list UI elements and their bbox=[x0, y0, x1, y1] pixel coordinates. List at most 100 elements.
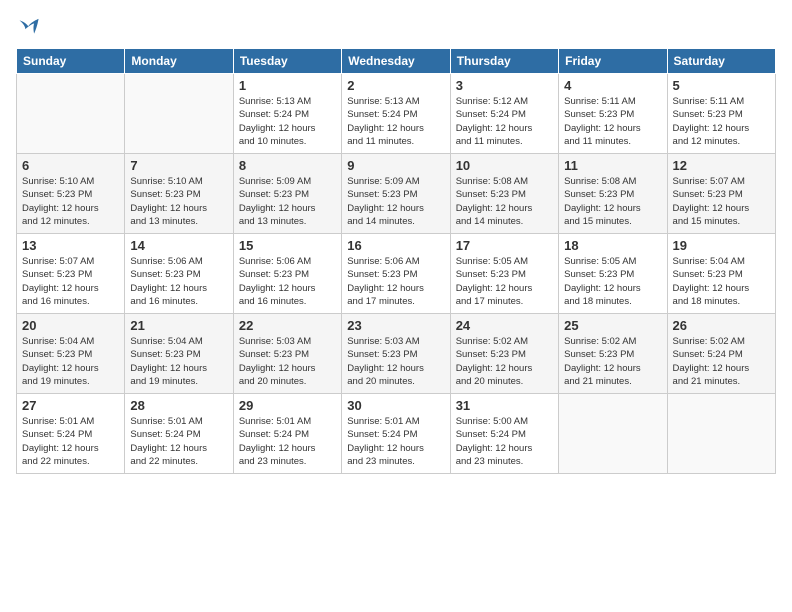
calendar-cell: 8Sunrise: 5:09 AM Sunset: 5:23 PM Daylig… bbox=[233, 154, 341, 234]
calendar-cell: 30 Sunrise: 5:01 AM Sunset: 5:24 PM Dayli… bbox=[342, 394, 450, 474]
day-info: Sunrise: 5:08 AM Sunset: 5:23 PM Dayligh… bbox=[564, 175, 661, 228]
calendar-cell: 18 Sunrise: 5:05 AM Sunset: 5:23 PM Dayli… bbox=[559, 234, 667, 314]
day-info: Sunrise: 5:09 AM Sunset: 5:23 PM Dayligh… bbox=[239, 175, 336, 228]
calendar-cell: 2 Sunrise: 5:13 AM Sunset: 5:24 PM Daylig… bbox=[342, 74, 450, 154]
day-info: Sunrise: 5:01 AM Sunset: 5:24 PM Dayligh… bbox=[130, 415, 227, 468]
day-info: Sunrise: 5:10 AM Sunset: 5:23 PM Dayligh… bbox=[22, 175, 119, 228]
calendar-cell: 1 Sunrise: 5:13 AM Sunset: 5:24 PM Daylig… bbox=[233, 74, 341, 154]
calendar-cell bbox=[17, 74, 125, 154]
calendar-week-row: 1 Sunrise: 5:13 AM Sunset: 5:24 PM Daylig… bbox=[17, 74, 776, 154]
calendar-week-row: 20 Sunrise: 5:04 AM Sunset: 5:23 PM Dayli… bbox=[17, 314, 776, 394]
calendar-cell: 15 Sunrise: 5:06 AM Sunset: 5:23 PM Dayli… bbox=[233, 234, 341, 314]
calendar-header-wednesday: Wednesday bbox=[342, 49, 450, 74]
calendar-cell: 24 Sunrise: 5:02 AM Sunset: 5:23 PM Dayli… bbox=[450, 314, 558, 394]
day-info: Sunrise: 5:02 AM Sunset: 5:24 PM Dayligh… bbox=[673, 335, 770, 388]
day-info: Sunrise: 5:08 AM Sunset: 5:23 PM Dayligh… bbox=[456, 175, 553, 228]
day-number: 25 bbox=[564, 318, 661, 333]
calendar-cell: 12 Sunrise: 5:07 AM Sunset: 5:23 PM Dayli… bbox=[667, 154, 775, 234]
day-number: 27 bbox=[22, 398, 119, 413]
calendar-cell: 28 Sunrise: 5:01 AM Sunset: 5:24 PM Dayli… bbox=[125, 394, 233, 474]
day-number: 18 bbox=[564, 238, 661, 253]
day-number: 5 bbox=[673, 78, 770, 93]
day-info: Sunrise: 5:01 AM Sunset: 5:24 PM Dayligh… bbox=[347, 415, 444, 468]
day-number: 14 bbox=[130, 238, 227, 253]
calendar-cell: 25 Sunrise: 5:02 AM Sunset: 5:23 PM Dayli… bbox=[559, 314, 667, 394]
day-info: Sunrise: 5:03 AM Sunset: 5:23 PM Dayligh… bbox=[347, 335, 444, 388]
calendar-cell: 5 Sunrise: 5:11 AM Sunset: 5:23 PM Daylig… bbox=[667, 74, 775, 154]
page-header bbox=[16, 16, 776, 38]
day-info: Sunrise: 5:06 AM Sunset: 5:23 PM Dayligh… bbox=[130, 255, 227, 308]
day-info: Sunrise: 5:12 AM Sunset: 5:24 PM Dayligh… bbox=[456, 95, 553, 148]
calendar-cell bbox=[559, 394, 667, 474]
calendar-cell: 3Sunrise: 5:12 AM Sunset: 5:24 PM Daylig… bbox=[450, 74, 558, 154]
day-number: 29 bbox=[239, 398, 336, 413]
day-info: Sunrise: 5:05 AM Sunset: 5:23 PM Dayligh… bbox=[564, 255, 661, 308]
day-number: 1 bbox=[239, 78, 336, 93]
calendar-header-sunday: Sunday bbox=[17, 49, 125, 74]
day-number: 7 bbox=[130, 158, 227, 173]
calendar-cell: 26 Sunrise: 5:02 AM Sunset: 5:24 PM Dayli… bbox=[667, 314, 775, 394]
calendar-cell: 14 Sunrise: 5:06 AM Sunset: 5:23 PM Dayli… bbox=[125, 234, 233, 314]
day-number: 2 bbox=[347, 78, 444, 93]
day-number: 19 bbox=[673, 238, 770, 253]
day-info: Sunrise: 5:02 AM Sunset: 5:23 PM Dayligh… bbox=[564, 335, 661, 388]
calendar-cell: 11Sunrise: 5:08 AM Sunset: 5:23 PM Dayli… bbox=[559, 154, 667, 234]
calendar-table: SundayMondayTuesdayWednesdayThursdayFrid… bbox=[16, 48, 776, 474]
day-info: Sunrise: 5:13 AM Sunset: 5:24 PM Dayligh… bbox=[239, 95, 336, 148]
calendar-week-row: 27 Sunrise: 5:01 AM Sunset: 5:24 PM Dayli… bbox=[17, 394, 776, 474]
day-info: Sunrise: 5:04 AM Sunset: 5:23 PM Dayligh… bbox=[673, 255, 770, 308]
day-info: Sunrise: 5:07 AM Sunset: 5:23 PM Dayligh… bbox=[673, 175, 770, 228]
day-info: Sunrise: 5:13 AM Sunset: 5:24 PM Dayligh… bbox=[347, 95, 444, 148]
calendar-header-row: SundayMondayTuesdayWednesdayThursdayFrid… bbox=[17, 49, 776, 74]
day-number: 30 bbox=[347, 398, 444, 413]
calendar-week-row: 13 Sunrise: 5:07 AM Sunset: 5:23 PM Dayli… bbox=[17, 234, 776, 314]
day-number: 13 bbox=[22, 238, 119, 253]
day-number: 6 bbox=[22, 158, 119, 173]
day-info: Sunrise: 5:09 AM Sunset: 5:23 PM Dayligh… bbox=[347, 175, 444, 228]
calendar-cell: 21Sunrise: 5:04 AM Sunset: 5:23 PM Dayli… bbox=[125, 314, 233, 394]
day-info: Sunrise: 5:06 AM Sunset: 5:23 PM Dayligh… bbox=[239, 255, 336, 308]
day-number: 26 bbox=[673, 318, 770, 333]
day-info: Sunrise: 5:04 AM Sunset: 5:23 PM Dayligh… bbox=[22, 335, 119, 388]
day-info: Sunrise: 5:02 AM Sunset: 5:23 PM Dayligh… bbox=[456, 335, 553, 388]
day-number: 10 bbox=[456, 158, 553, 173]
day-number: 24 bbox=[456, 318, 553, 333]
calendar-cell: 19 Sunrise: 5:04 AM Sunset: 5:23 PM Dayli… bbox=[667, 234, 775, 314]
logo-bird-icon bbox=[18, 16, 40, 38]
calendar-header-tuesday: Tuesday bbox=[233, 49, 341, 74]
calendar-cell: 10 Sunrise: 5:08 AM Sunset: 5:23 PM Dayli… bbox=[450, 154, 558, 234]
day-info: Sunrise: 5:10 AM Sunset: 5:23 PM Dayligh… bbox=[130, 175, 227, 228]
calendar-header-friday: Friday bbox=[559, 49, 667, 74]
calendar-cell bbox=[667, 394, 775, 474]
calendar-cell: 20 Sunrise: 5:04 AM Sunset: 5:23 PM Dayli… bbox=[17, 314, 125, 394]
calendar-cell: 22Sunrise: 5:03 AM Sunset: 5:23 PM Dayli… bbox=[233, 314, 341, 394]
day-number: 20 bbox=[22, 318, 119, 333]
day-info: Sunrise: 5:11 AM Sunset: 5:23 PM Dayligh… bbox=[564, 95, 661, 148]
calendar-week-row: 6 Sunrise: 5:10 AM Sunset: 5:23 PM Daylig… bbox=[17, 154, 776, 234]
calendar-cell bbox=[125, 74, 233, 154]
day-number: 17 bbox=[456, 238, 553, 253]
day-info: Sunrise: 5:05 AM Sunset: 5:23 PM Dayligh… bbox=[456, 255, 553, 308]
calendar-header-saturday: Saturday bbox=[667, 49, 775, 74]
day-number: 15 bbox=[239, 238, 336, 253]
logo bbox=[16, 16, 40, 38]
day-info: Sunrise: 5:01 AM Sunset: 5:24 PM Dayligh… bbox=[239, 415, 336, 468]
day-info: Sunrise: 5:07 AM Sunset: 5:23 PM Dayligh… bbox=[22, 255, 119, 308]
calendar-cell: 9 Sunrise: 5:09 AM Sunset: 5:23 PM Daylig… bbox=[342, 154, 450, 234]
calendar-cell: 4 Sunrise: 5:11 AM Sunset: 5:23 PM Daylig… bbox=[559, 74, 667, 154]
calendar-header-monday: Monday bbox=[125, 49, 233, 74]
calendar-cell: 7 Sunrise: 5:10 AM Sunset: 5:23 PM Daylig… bbox=[125, 154, 233, 234]
day-info: Sunrise: 5:01 AM Sunset: 5:24 PM Dayligh… bbox=[22, 415, 119, 468]
day-number: 16 bbox=[347, 238, 444, 253]
day-info: Sunrise: 5:06 AM Sunset: 5:23 PM Dayligh… bbox=[347, 255, 444, 308]
day-number: 4 bbox=[564, 78, 661, 93]
day-number: 28 bbox=[130, 398, 227, 413]
calendar-body: 1 Sunrise: 5:13 AM Sunset: 5:24 PM Daylig… bbox=[17, 74, 776, 474]
calendar-cell: 29 Sunrise: 5:01 AM Sunset: 5:24 PM Dayli… bbox=[233, 394, 341, 474]
day-number: 9 bbox=[347, 158, 444, 173]
calendar-cell: 27 Sunrise: 5:01 AM Sunset: 5:24 PM Dayli… bbox=[17, 394, 125, 474]
day-info: Sunrise: 5:11 AM Sunset: 5:23 PM Dayligh… bbox=[673, 95, 770, 148]
day-number: 12 bbox=[673, 158, 770, 173]
day-info: Sunrise: 5:03 AM Sunset: 5:23 PM Dayligh… bbox=[239, 335, 336, 388]
calendar-cell: 31Sunrise: 5:00 AM Sunset: 5:24 PM Dayli… bbox=[450, 394, 558, 474]
